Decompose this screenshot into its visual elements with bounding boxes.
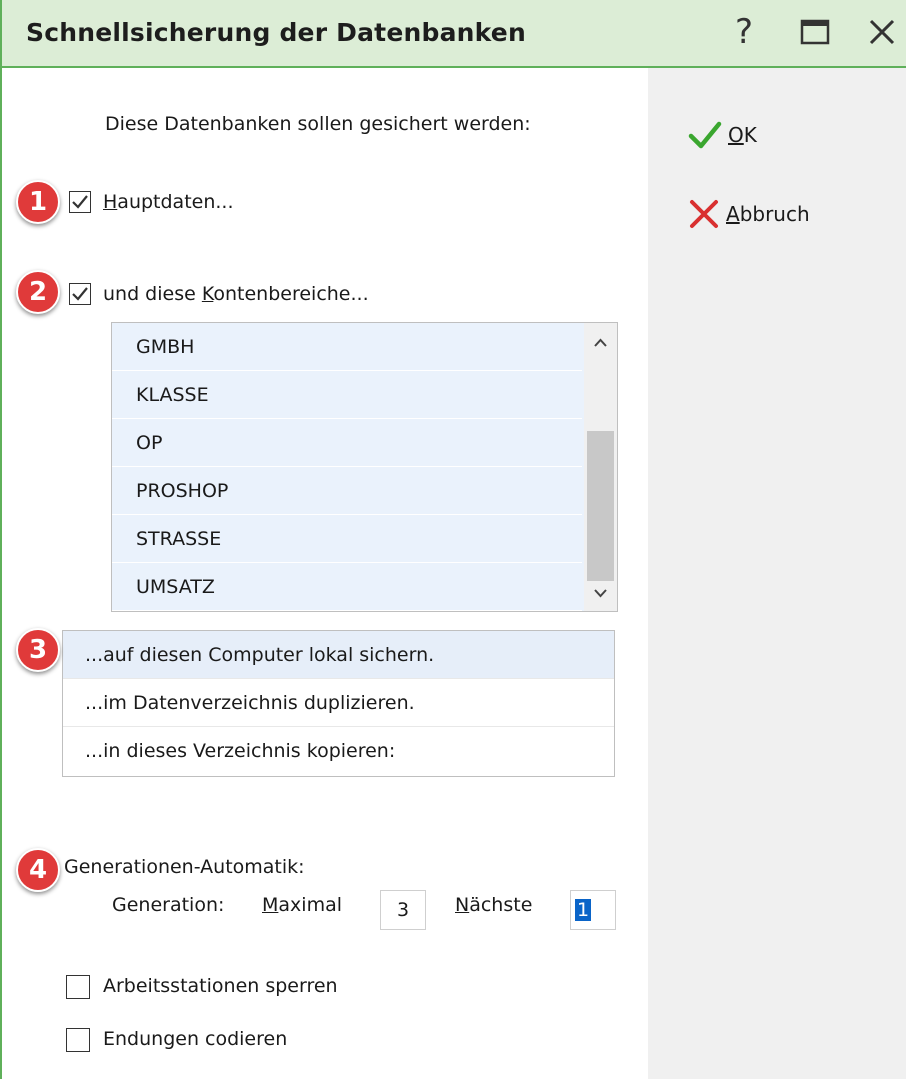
naechste-value: 1 <box>575 899 592 921</box>
scroll-thumb[interactable] <box>587 431 614 581</box>
kontenbereiche-checkbox[interactable] <box>69 283 91 305</box>
naechste-input[interactable]: 1 <box>570 890 616 930</box>
ok-button[interactable]: OK <box>688 120 757 150</box>
dialog-window: Schnellsicherung der Datenbanken ? OK Ab… <box>0 0 906 1079</box>
kontenbereiche-label[interactable]: und diese Kontenbereiche... <box>103 283 369 305</box>
intro-text: Diese Datenbanken sollen gesichert werde… <box>105 113 531 135</box>
endungen-checkbox[interactable] <box>66 1028 90 1052</box>
scroll-up-icon[interactable] <box>584 327 617 357</box>
check-mark-icon <box>72 195 88 209</box>
abbruch-label: Abbruch <box>726 202 810 226</box>
close-icon <box>869 19 895 45</box>
annotation-badge-2: 2 <box>16 270 60 314</box>
arbeitsstationen-label[interactable]: Arbeitsstationen sperren <box>103 975 338 997</box>
annotation-badge-3: 3 <box>16 628 60 672</box>
backup-target-list[interactable]: ...auf diesen Computer lokal sichern. ..… <box>62 630 615 777</box>
naechste-label: Nächste <box>455 894 533 916</box>
check-mark-icon <box>72 287 88 301</box>
list-item[interactable]: KLASSE <box>112 371 582 419</box>
list-scrollbar[interactable] <box>584 323 617 611</box>
close-button[interactable] <box>858 8 906 56</box>
arbeitsstationen-checkbox[interactable] <box>66 975 90 999</box>
hauptdaten-checkbox[interactable] <box>69 191 91 213</box>
title-bar: Schnellsicherung der Datenbanken ? <box>2 0 906 68</box>
help-button[interactable]: ? <box>720 8 768 56</box>
help-icon: ? <box>734 12 754 52</box>
window-title: Schnellsicherung der Datenbanken <box>26 18 526 47</box>
checkmark-icon <box>688 121 722 149</box>
scroll-down-icon[interactable] <box>584 579 617 609</box>
target-option-duplicate[interactable]: ...im Datenverzeichnis duplizieren. <box>63 679 614 727</box>
ok-label: OK <box>728 123 757 147</box>
annotation-badge-4: 4 <box>16 848 60 892</box>
target-option-local[interactable]: ...auf diesen Computer lokal sichern. <box>63 631 614 679</box>
generationen-title: Generationen-Automatik: <box>64 856 305 878</box>
list-item[interactable]: STRASSE <box>112 515 582 563</box>
generation-label: Generation: <box>112 894 225 916</box>
maximize-icon <box>800 19 830 45</box>
action-panel: OK Abbruch <box>648 68 906 1079</box>
list-item[interactable]: UMSATZ <box>112 563 582 611</box>
list-item[interactable]: OP <box>112 419 582 467</box>
cross-icon <box>690 200 718 228</box>
maximize-button[interactable] <box>791 8 839 56</box>
annotation-badge-1: 1 <box>16 180 60 224</box>
list-item[interactable]: PROSHOP <box>112 467 582 515</box>
maximal-label: Maximal <box>262 894 343 916</box>
abbruch-button[interactable]: Abbruch <box>688 198 810 230</box>
maximal-input[interactable]: 3 <box>380 890 426 930</box>
list-item[interactable]: GMBH <box>112 323 582 371</box>
endungen-label[interactable]: Endungen codieren <box>103 1028 287 1050</box>
kontenbereiche-list[interactable]: GMBH KLASSE OP PROSHOP STRASSE UMSATZ <box>111 322 618 612</box>
target-option-copy[interactable]: ...in dieses Verzeichnis kopieren: <box>63 727 614 775</box>
hauptdaten-label[interactable]: Hauptdaten... <box>103 191 234 213</box>
